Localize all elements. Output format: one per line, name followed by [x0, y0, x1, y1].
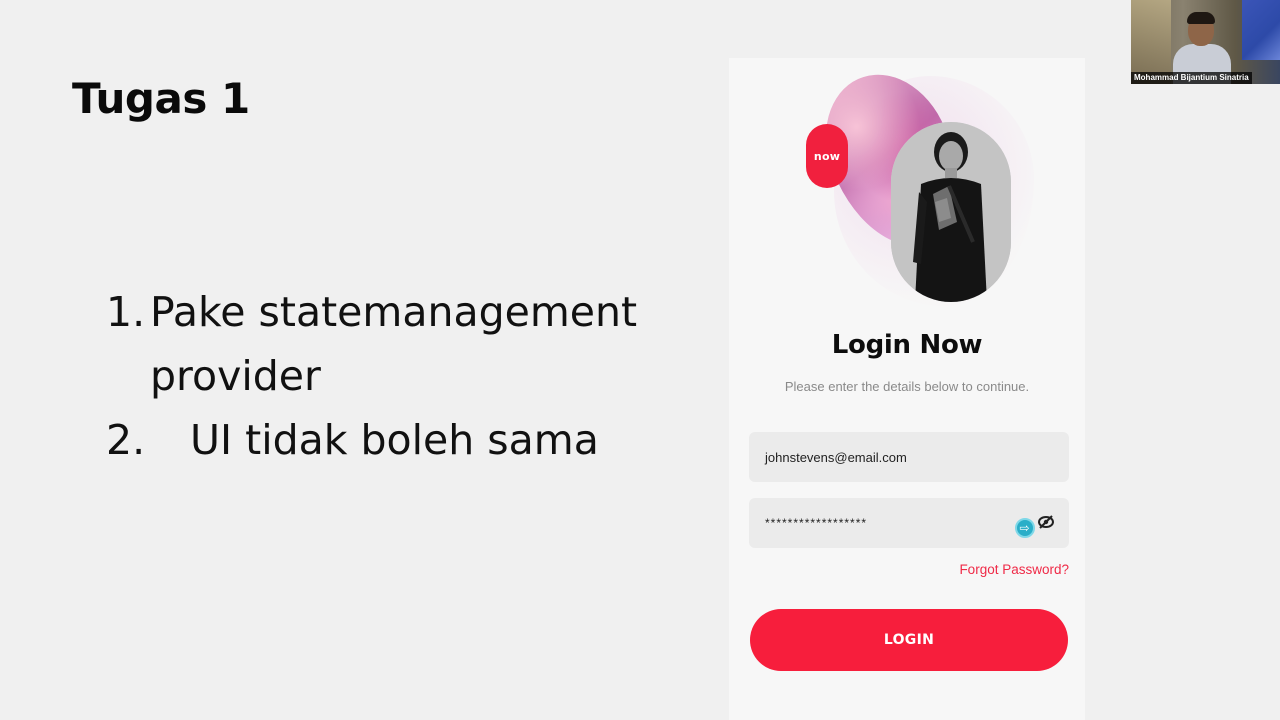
login-mockup: now Login Now Please enter the details b…: [729, 57, 1085, 720]
webcam-video-tile[interactable]: Mohammad Bijantium Sinatria: [1131, 0, 1280, 84]
forgot-password-link[interactable]: Forgot Password?: [959, 562, 1069, 577]
task-number: 2.: [106, 416, 146, 464]
participant-name-label: Mohammad Bijantium Sinatria: [1131, 72, 1252, 84]
background-poster: [1242, 0, 1280, 60]
email-field[interactable]: johnstevens@email.com: [749, 432, 1069, 482]
login-title: Login Now: [831, 330, 983, 360]
now-badge: now: [806, 124, 848, 188]
model-portrait-image: [891, 122, 1011, 302]
task-item: 2. UI tidak boleh sama: [106, 408, 706, 472]
hero-illustration: now: [729, 57, 1085, 318]
eye-off-icon[interactable]: [1037, 514, 1055, 530]
password-field[interactable]: ****************** ⇨: [749, 498, 1069, 548]
slide-title: Tugas 1: [72, 74, 250, 123]
password-value: ******************: [765, 516, 868, 530]
login-subtitle: Please enter the details below to contin…: [784, 379, 1030, 394]
task-number: 1.: [106, 288, 146, 336]
arrow-circle-icon[interactable]: ⇨: [1015, 518, 1035, 538]
login-button[interactable]: LOGIN: [750, 609, 1068, 671]
participant-hair: [1187, 12, 1215, 24]
task-item: 1. Pake statemanagement provider: [106, 280, 706, 408]
task-text: Pake statemanagement provider: [150, 288, 638, 400]
task-text: UI tidak boleh sama: [190, 416, 599, 464]
task-list: 1. Pake statemanagement provider 2. UI t…: [106, 280, 706, 472]
password-icons: ⇨: [1015, 512, 1055, 538]
email-value: johnstevens@email.com: [765, 449, 907, 465]
